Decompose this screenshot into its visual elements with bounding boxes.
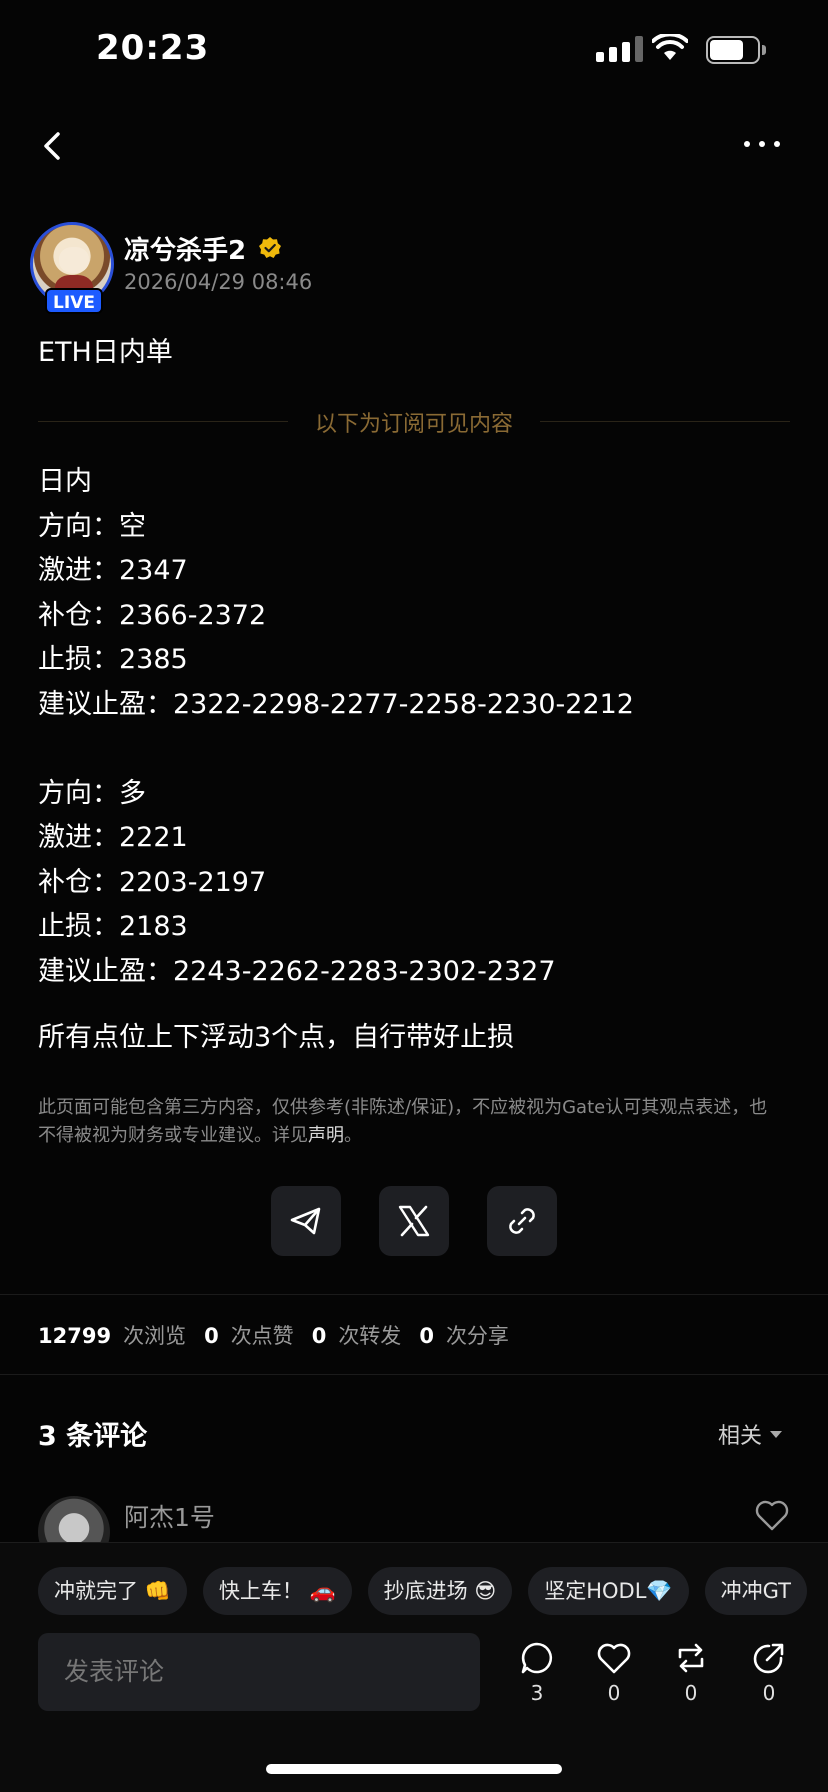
body-line: 激进：2221 <box>38 822 188 853</box>
disclaimer-end: 。 <box>344 1125 362 1146</box>
comment-count: 3 <box>530 1681 544 1705</box>
dot-icon <box>744 141 750 147</box>
cellular-signal-icon <box>596 36 643 62</box>
disclaimer: 此页面可能包含第三方内容，仅供参考(非陈述/保证)，不应被视为Gate认可其观点… <box>38 1094 778 1150</box>
telegram-icon <box>290 1207 321 1235</box>
likes-count: 0 <box>204 1324 219 1348</box>
live-badge[interactable]: LIVE <box>45 288 103 314</box>
body-line: 补仓：2366-2372 <box>38 599 267 631</box>
repost-icon <box>678 1643 704 1673</box>
x-icon <box>398 1205 430 1237</box>
quick-reply-chip[interactable]: 抄底进场 😎 <box>367 1567 513 1615</box>
reposts-count: 0 <box>311 1324 327 1348</box>
like-button[interactable]: 0 <box>589 1641 639 1705</box>
post-stats: 12799 次浏览 0 次点赞 0 次转发 0 次分享 <box>38 1320 527 1350</box>
comment-bubble-icon <box>521 1642 553 1674</box>
more-options-button[interactable] <box>744 134 788 154</box>
status-time: 20:23 <box>96 28 210 68</box>
divider-line <box>540 421 790 422</box>
repost-button[interactable]: 0 <box>666 1641 716 1705</box>
post-title: ETH日内单 <box>38 337 173 368</box>
likes-label: 次点赞 <box>230 1324 294 1348</box>
post-detail-screen: 20:23 LIVE 凉兮杀手2 2026/04/29 08:46 ETH日内单 <box>0 0 828 1792</box>
share-count: 0 <box>762 1681 776 1705</box>
body-blank-line <box>38 994 798 1016</box>
caret-down-icon <box>770 1430 783 1438</box>
body-line: 激进：2347 <box>38 555 188 586</box>
shares-count: 0 <box>419 1324 434 1348</box>
link-icon <box>509 1208 535 1234</box>
comment-sort-dropdown[interactable]: 相关 <box>718 1418 783 1450</box>
disclaimer-text: 此页面可能包含第三方内容，仅供参考(非陈述/保证)，不应被视为Gate认可其观点… <box>38 1097 768 1146</box>
quick-reply-chip[interactable]: 坚定HODL💎 <box>528 1567 689 1615</box>
comment-input[interactable]: 发表评论 <box>38 1633 480 1711</box>
views-label: 次浏览 <box>123 1324 187 1348</box>
heart-icon[interactable] <box>754 1498 790 1532</box>
body-line: 方向：多 <box>38 777 146 809</box>
section-divider <box>0 1374 828 1375</box>
comments-title: 3 条评论 <box>38 1421 148 1452</box>
heart-icon <box>597 1643 631 1674</box>
body-blank-line <box>38 727 798 772</box>
share-x-button[interactable] <box>379 1186 449 1256</box>
quick-reply-chips: 冲就完了 👊 快上车！ 🚗 抄底进场 😎 坚定HODL💎 冲冲GT <box>38 1567 807 1615</box>
body-line: 所有点位上下浮动3个点，自行带好止损 <box>38 1022 515 1053</box>
wifi-icon <box>652 34 688 60</box>
body-line: 建议止盈：2322-2298-2277-2258-2230-2212 <box>38 688 634 720</box>
share-arrow-icon <box>753 1643 784 1674</box>
status-bar: 20:23 <box>0 0 828 100</box>
subscriber-divider-label: 以下为订阅可见内容 <box>314 412 513 437</box>
disclaimer-link[interactable]: 声明 <box>308 1125 344 1146</box>
shares-label: 次分享 <box>445 1324 509 1348</box>
battery-icon <box>706 36 766 64</box>
body-line: 建议止盈：2243-2262-2283-2302-2327 <box>38 955 556 987</box>
share-telegram-button[interactable] <box>271 1186 341 1256</box>
views-count: 12799 <box>38 1324 112 1348</box>
verified-badge-icon <box>259 237 281 258</box>
comment-button[interactable]: 3 <box>512 1641 562 1705</box>
repost-count: 0 <box>684 1681 698 1705</box>
post-body: 日内 方向：空 激进：2347 补仓：2366-2372 止损：2385 建议止… <box>38 460 798 1061</box>
home-indicator <box>266 1764 562 1774</box>
body-line: 止损：2183 <box>38 911 188 942</box>
like-count: 0 <box>607 1681 621 1705</box>
copy-link-button[interactable] <box>487 1186 557 1256</box>
sort-label: 相关 <box>718 1424 763 1449</box>
body-line: 方向：空 <box>38 510 146 542</box>
share-button[interactable]: 0 <box>744 1641 794 1705</box>
body-line: 止损：2385 <box>38 644 188 675</box>
comment-author[interactable]: 阿杰1号 <box>124 1498 215 1534</box>
back-button[interactable] <box>36 124 76 168</box>
dot-icon <box>774 141 780 147</box>
quick-reply-chip[interactable]: 冲就完了 👊 <box>38 1567 187 1615</box>
dot-icon <box>759 141 765 147</box>
subscriber-divider: 以下为订阅可见内容 <box>38 406 790 437</box>
body-line: 日内 <box>38 466 92 497</box>
author-name[interactable]: 凉兮杀手2 <box>124 230 246 267</box>
body-line: 补仓：2203-2197 <box>38 866 267 898</box>
post-timestamp: 2026/04/29 08:46 <box>124 270 313 294</box>
quick-reply-chip[interactable]: 冲冲GT <box>704 1567 807 1615</box>
reposts-label: 次转发 <box>338 1324 402 1348</box>
comment-composer: 冲就完了 👊 快上车！ 🚗 抄底进场 😎 坚定HODL💎 冲冲GT 发表评论 3… <box>0 1542 828 1792</box>
section-divider <box>0 1294 828 1295</box>
quick-reply-chip[interactable]: 快上车！ 🚗 <box>202 1567 352 1615</box>
